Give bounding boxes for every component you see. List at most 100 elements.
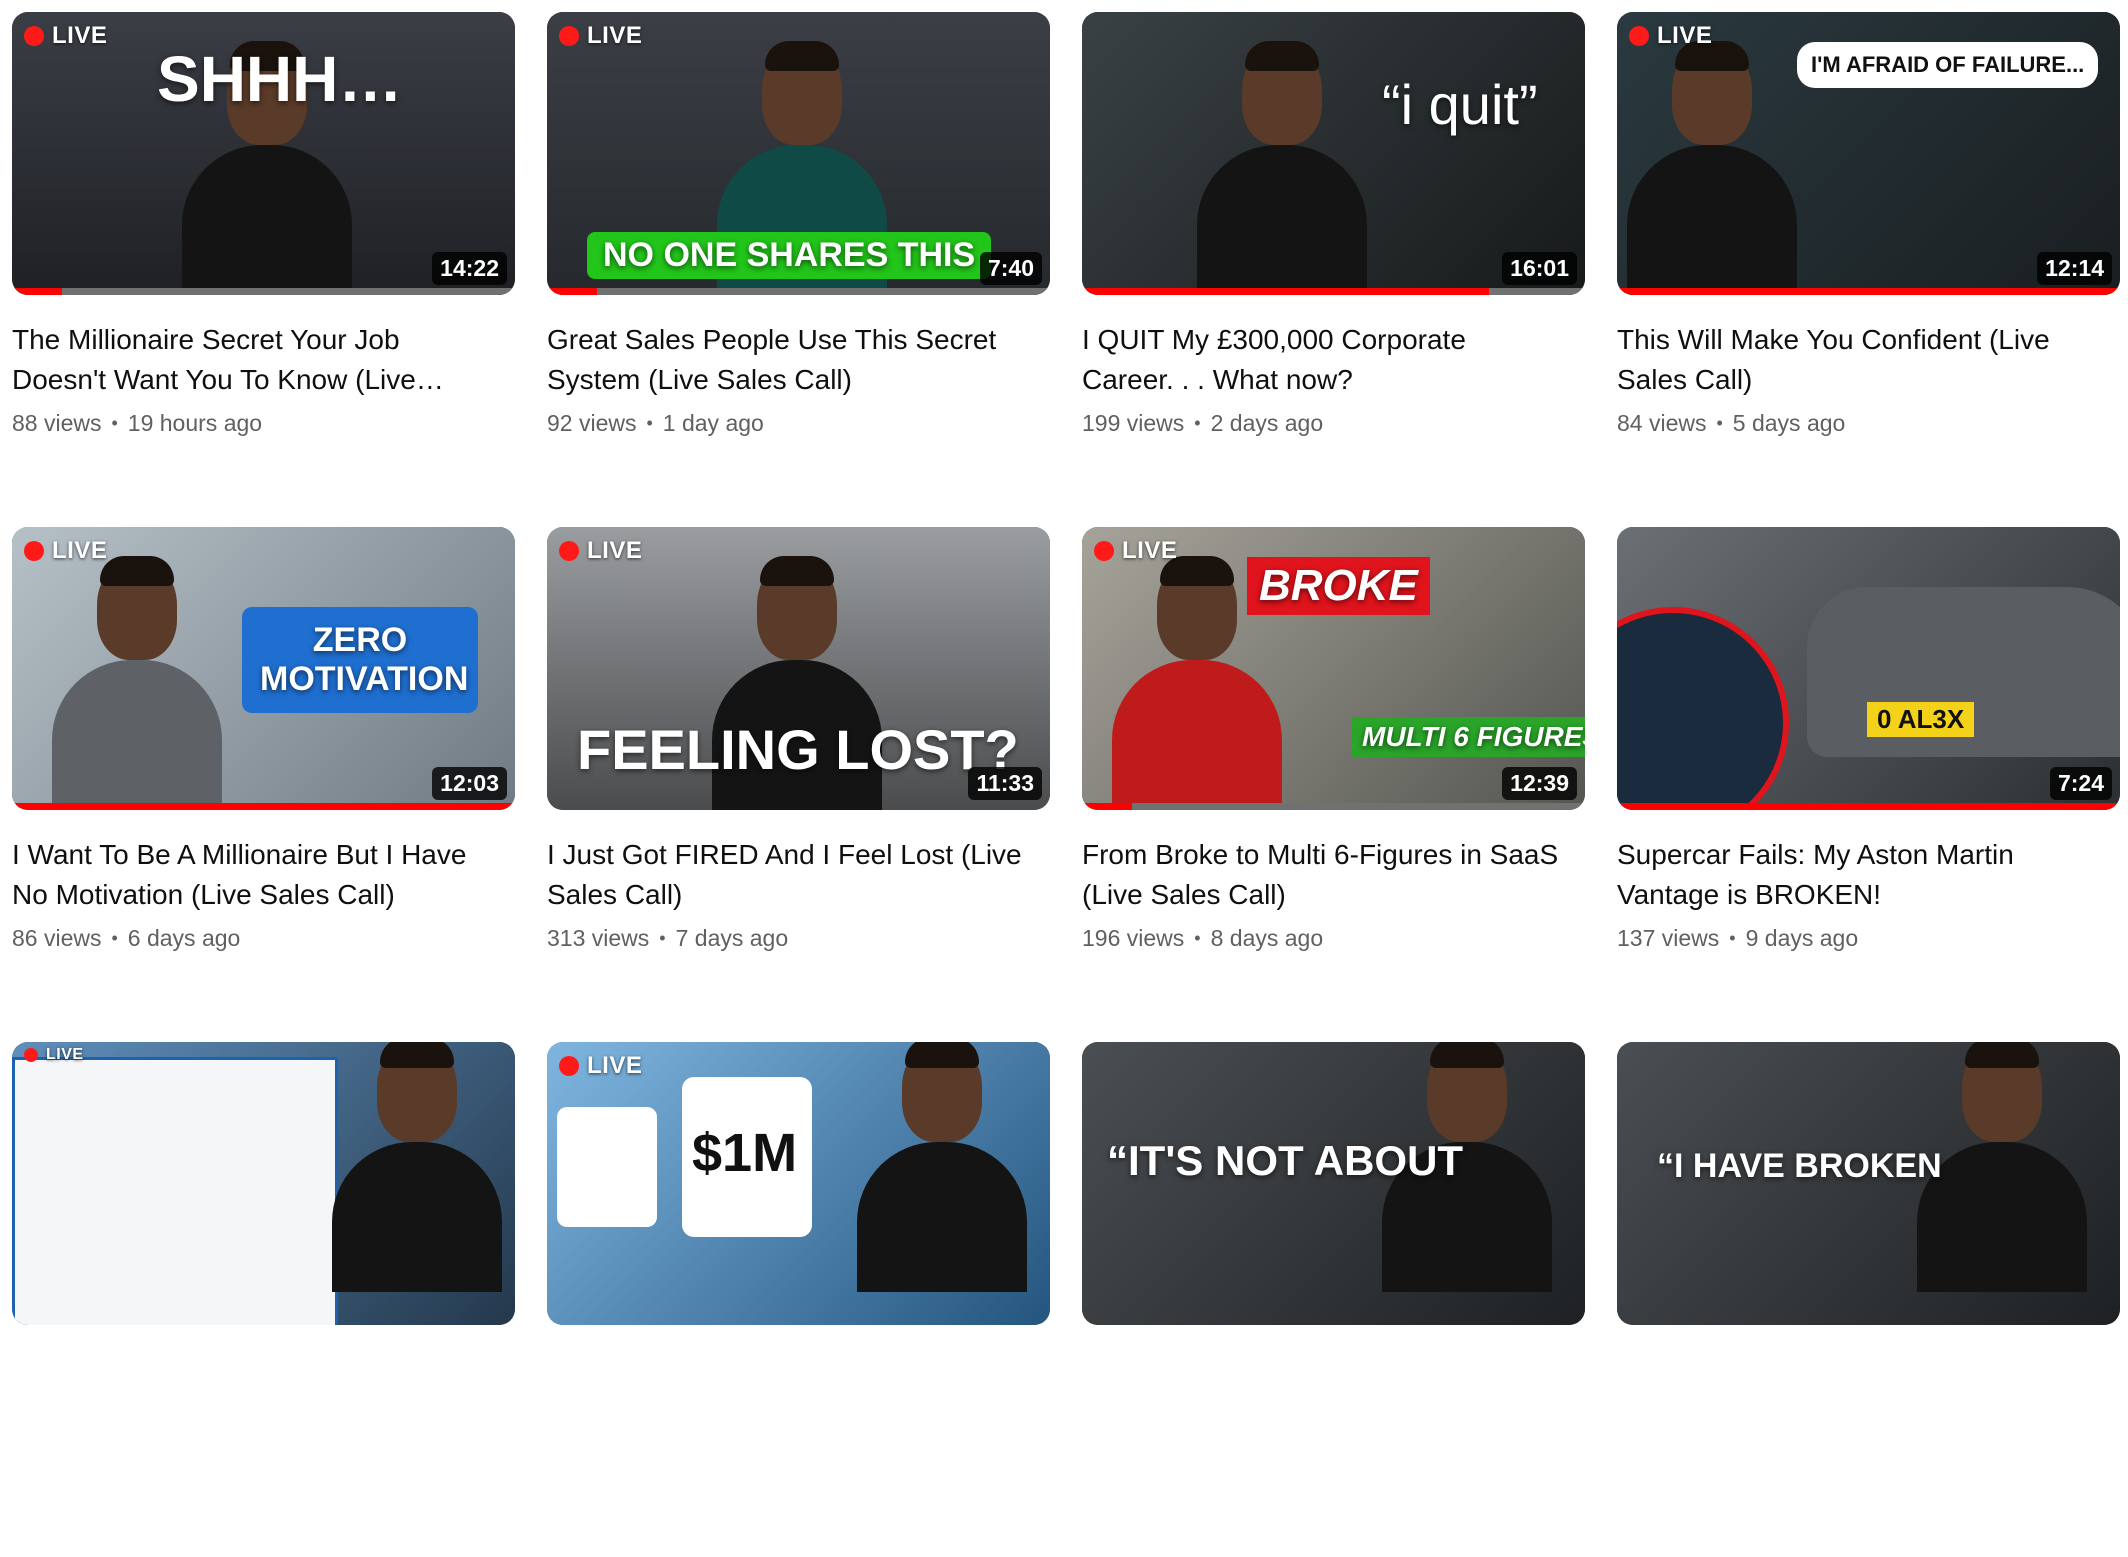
thumbnail-text: I'M AFRAID OF FAILURE... [1797,42,2099,88]
video-metadata: 313 views • 7 days ago [547,925,1050,952]
watch-progress-fill [1082,803,1133,810]
upload-age: 5 days ago [1732,410,1846,436]
thumbnail-text: NO ONE SHARES THIS [587,232,992,279]
upload-age: 1 day ago [662,410,764,436]
live-badge: LIVE [1094,537,1177,565]
video-card[interactable]: “IT'S NOT ABOUT [1082,1042,1585,1557]
upload-age: 2 days ago [1210,410,1324,436]
video-metadata: 92 views • 1 day ago [547,410,1050,437]
separator-dot-icon: • [1194,413,1201,433]
view-count: 137 views [1617,925,1720,951]
video-card[interactable]: ZERO MOTIVATION LIVE 12:03 I Want To Be … [12,527,515,1042]
duration-badge: 12:14 [2037,252,2112,285]
view-count: 313 views [547,925,650,951]
separator-dot-icon: • [1716,413,1723,433]
live-badge: LIVE [24,537,107,565]
live-dot-icon [559,26,579,46]
watch-progress-bar [1082,803,1585,810]
duration-badge: 7:40 [979,252,1042,285]
watch-progress-fill [1082,288,1490,295]
upload-age: 7 days ago [675,925,789,951]
video-card[interactable]: 0 AL3X 7:24 Supercar Fails: My Aston Mar… [1617,527,2120,1042]
video-card[interactable]: “I HAVE BROKEN [1617,1042,2120,1557]
video-title[interactable]: I Just Got FIRED And I Feel Lost (Live S… [547,835,1027,915]
separator-dot-icon: • [111,928,118,948]
video-thumbnail[interactable]: SHHH… LIVE 14:22 [12,12,515,295]
video-thumbnail[interactable]: “I HAVE BROKEN [1617,1042,2120,1325]
live-dot-icon [24,26,44,46]
video-card[interactable]: LIVE [12,1042,515,1557]
live-badge: LIVE [24,22,107,50]
live-dot-icon [24,541,44,561]
live-label: LIVE [587,537,643,564]
watch-progress-bar [547,288,1050,295]
view-count: 92 views [547,410,637,436]
watch-progress-bar [12,803,515,810]
watch-progress-fill [1617,803,2120,810]
live-dot-icon [1094,541,1114,561]
video-card[interactable]: $1M LIVE [547,1042,1050,1557]
video-thumbnail[interactable]: 0 AL3X 7:24 [1617,527,2120,810]
video-thumbnail[interactable]: “IT'S NOT ABOUT [1082,1042,1585,1325]
live-label: LIVE [1122,537,1178,564]
video-card[interactable]: I'M AFRAID OF FAILURE... LIVE 12:14 This… [1617,12,2120,527]
video-thumbnail[interactable]: I'M AFRAID OF FAILURE... LIVE 12:14 [1617,12,2120,295]
upload-age: 19 hours ago [127,410,263,436]
watch-progress-fill [1617,288,2120,295]
live-badge: LIVE [24,1046,84,1064]
thumbnail-text-secondary: MULTI 6 FIGURES [1352,717,1585,757]
video-thumbnail[interactable]: LIVE [12,1042,515,1325]
watch-progress-bar [12,288,515,295]
watch-progress-bar [1082,288,1585,295]
live-dot-icon [559,541,579,561]
live-dot-icon [559,1056,579,1076]
watch-progress-fill [12,288,63,295]
view-count: 84 views [1617,410,1707,436]
video-title[interactable]: This Will Make You Confident (Live Sales… [1617,320,2097,400]
video-thumbnail[interactable]: “i quit” 16:01 [1082,12,1585,295]
video-title[interactable]: From Broke to Multi 6-Figures in SaaS (L… [1082,835,1562,915]
thumbnail-text: SHHH… [157,43,403,115]
video-thumbnail[interactable]: NO ONE SHARES THIS LIVE 7:40 [547,12,1050,295]
video-thumbnail[interactable]: FEELING LOST? LIVE 11:33 [547,527,1050,810]
video-title[interactable]: Supercar Fails: My Aston Martin Vantage … [1617,835,2097,915]
watch-progress-fill [12,803,515,810]
video-thumbnail[interactable]: BROKE MULTI 6 FIGURES LIVE 12:39 [1082,527,1585,810]
thumbnail-text: 0 AL3X [1867,702,1975,737]
video-title[interactable]: The Millionaire Secret Your Job Doesn't … [12,320,492,400]
thumbnail-text: “i quit” [1382,73,1538,136]
video-title[interactable]: Great Sales People Use This Secret Syste… [547,320,1027,400]
duration-badge: 12:39 [1502,767,1577,800]
video-grid: SHHH… LIVE 14:22 The Millionaire Secret … [12,12,2120,1557]
live-badge: LIVE [559,1052,642,1080]
video-card[interactable]: BROKE MULTI 6 FIGURES LIVE 12:39 From Br… [1082,527,1585,1042]
video-card[interactable]: FEELING LOST? LIVE 11:33 I Just Got FIRE… [547,527,1050,1042]
video-metadata: 137 views • 9 days ago [1617,925,2120,952]
live-label: LIVE [587,22,643,49]
live-label: LIVE [52,537,108,564]
video-metadata: 196 views • 8 days ago [1082,925,1585,952]
video-thumbnail[interactable]: $1M LIVE [547,1042,1050,1325]
video-metadata: 86 views • 6 days ago [12,925,515,952]
thumbnail-text: $1M [692,1123,798,1183]
duration-badge: 11:33 [968,767,1042,800]
video-title[interactable]: I QUIT My £300,000 Corporate Career. . .… [1082,320,1562,400]
view-count: 88 views [12,410,102,436]
video-card[interactable]: SHHH… LIVE 14:22 The Millionaire Secret … [12,12,515,527]
video-card[interactable]: NO ONE SHARES THIS LIVE 7:40 Great Sales… [547,12,1050,527]
video-card[interactable]: “i quit” 16:01 I QUIT My £300,000 Corpor… [1082,12,1585,527]
live-dot-icon [1629,26,1649,46]
video-thumbnail[interactable]: ZERO MOTIVATION LIVE 12:03 [12,527,515,810]
live-label: LIVE [46,1046,84,1063]
upload-age: 9 days ago [1745,925,1859,951]
live-dot-icon [24,1048,38,1062]
view-count: 196 views [1082,925,1185,951]
video-metadata: 84 views • 5 days ago [1617,410,2120,437]
view-count: 199 views [1082,410,1185,436]
thumbnail-text: BROKE [1247,557,1430,615]
video-title[interactable]: I Want To Be A Millionaire But I Have No… [12,835,492,915]
live-badge: LIVE [559,22,642,50]
upload-age: 8 days ago [1210,925,1324,951]
live-badge: LIVE [1629,22,1712,50]
separator-dot-icon: • [1194,928,1201,948]
